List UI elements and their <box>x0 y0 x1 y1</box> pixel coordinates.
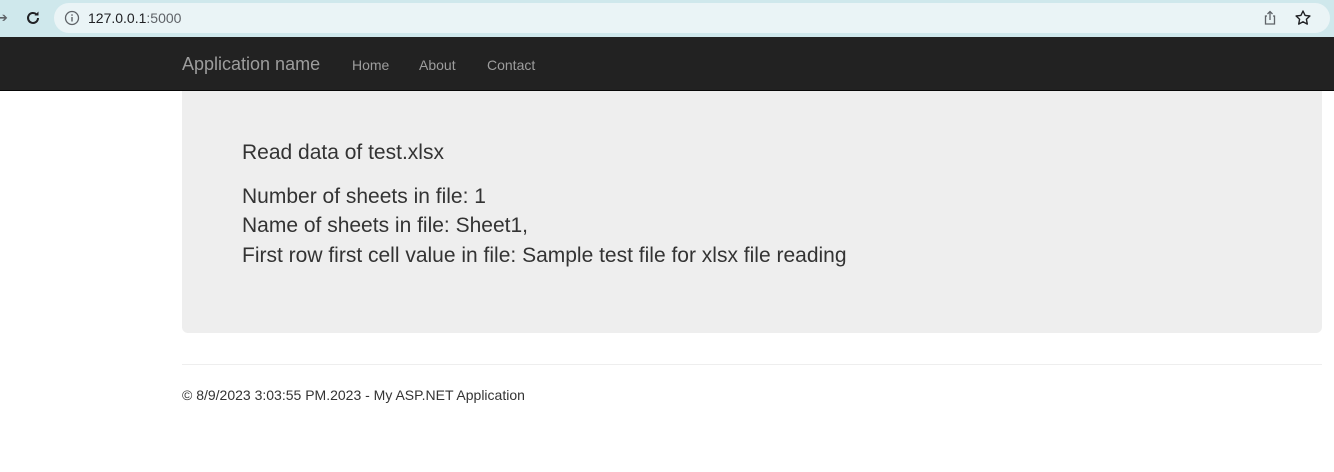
page-title: Read data of test.xlsx <box>242 141 444 164</box>
nav-link-home[interactable]: Home <box>352 57 389 73</box>
footer-divider <box>182 364 1322 365</box>
url-port: :5000 <box>146 10 182 26</box>
browser-toolbar: ➔ 127.0.0.1:5000 <box>0 0 1334 37</box>
share-icon[interactable] <box>1262 10 1278 26</box>
first-cell-text: First row first cell value in file: Samp… <box>242 244 847 267</box>
site-info-icon[interactable] <box>64 10 80 26</box>
url-text: 127.0.0.1:5000 <box>88 10 181 26</box>
forward-arrow-icon[interactable]: ➔ <box>0 10 9 26</box>
top-navbar: Application name Home About Contact <box>0 37 1334 91</box>
bookmark-star-icon[interactable] <box>1294 9 1312 27</box>
brand-link[interactable]: Application name <box>182 54 320 74</box>
sheet-count-text: Number of sheets in file: 1 <box>242 185 486 208</box>
url-host: 127.0.0.1 <box>88 10 147 26</box>
jumbotron: Read data of test.xlsx Number of sheets … <box>182 91 1322 333</box>
sheet-names-text: Name of sheets in file: Sheet1, <box>242 214 528 237</box>
address-bar[interactable]: 127.0.0.1:5000 <box>54 3 1330 33</box>
footer-copyright: © 8/9/2023 3:03:55 PM.2023 - My ASP.NET … <box>182 387 525 403</box>
reload-icon[interactable] <box>23 8 43 28</box>
nav-link-contact[interactable]: Contact <box>487 57 535 73</box>
nav-link-about[interactable]: About <box>419 57 456 73</box>
